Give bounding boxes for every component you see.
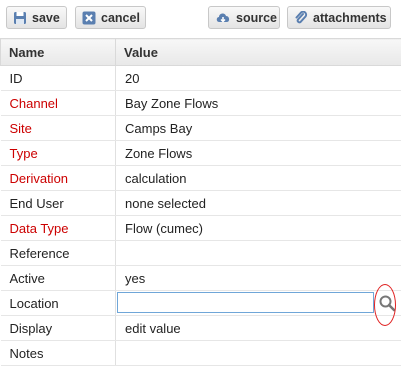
column-header-value[interactable]: Value bbox=[115, 38, 401, 66]
cancel-button[interactable]: cancel bbox=[75, 6, 146, 29]
field-value-notes[interactable] bbox=[115, 340, 401, 366]
field-label-site: Site bbox=[0, 115, 116, 141]
field-value-active[interactable]: yes bbox=[115, 265, 401, 291]
table-row[interactable]: Data Type Flow (cumec) bbox=[0, 215, 401, 241]
field-value-channel[interactable]: Bay Zone Flows bbox=[115, 90, 401, 116]
attachments-label: attachments bbox=[313, 10, 387, 25]
search-icon[interactable] bbox=[378, 294, 396, 312]
field-value-location bbox=[115, 290, 401, 316]
field-label-notes: Notes bbox=[0, 340, 116, 366]
field-value-id: 20 bbox=[115, 65, 401, 91]
field-label-derivation: Derivation bbox=[0, 165, 116, 191]
table-row[interactable]: Derivation calculation bbox=[0, 165, 401, 191]
field-value-display[interactable]: edit value bbox=[115, 315, 401, 341]
source-label: source bbox=[236, 10, 277, 25]
field-label-active: Active bbox=[0, 265, 116, 291]
paperclip-icon bbox=[294, 10, 308, 25]
table-row[interactable]: Reference bbox=[0, 240, 401, 266]
toolbar: save cancel source attachments bbox=[0, 0, 401, 36]
source-button[interactable]: source bbox=[208, 6, 280, 29]
field-label-id: ID bbox=[0, 65, 116, 91]
table-row[interactable]: Channel Bay Zone Flows bbox=[0, 90, 401, 116]
field-label-type: Type bbox=[0, 140, 116, 166]
field-label-display: Display bbox=[0, 315, 116, 341]
field-label-channel: Channel bbox=[0, 90, 116, 116]
table-row[interactable]: Notes bbox=[0, 340, 401, 366]
save-label: save bbox=[32, 10, 60, 25]
field-value-type[interactable]: Zone Flows bbox=[115, 140, 401, 166]
field-value-reference[interactable] bbox=[115, 240, 401, 266]
field-label-reference: Reference bbox=[0, 240, 116, 266]
save-button[interactable]: save bbox=[6, 6, 67, 29]
field-value-data-type[interactable]: Flow (cumec) bbox=[115, 215, 401, 241]
table-row[interactable]: Type Zone Flows bbox=[0, 140, 401, 166]
attachments-button[interactable]: attachments bbox=[287, 6, 391, 29]
table-row[interactable]: Location bbox=[0, 290, 401, 316]
cancel-icon bbox=[82, 11, 96, 25]
save-icon bbox=[13, 11, 27, 25]
cancel-label: cancel bbox=[101, 10, 140, 25]
field-label-location: Location bbox=[0, 290, 116, 316]
table-row[interactable]: Display edit value bbox=[0, 315, 401, 341]
field-value-end-user[interactable]: none selected bbox=[115, 190, 401, 216]
field-label-end-user: End User bbox=[0, 190, 116, 216]
column-header-name[interactable]: Name bbox=[0, 38, 116, 66]
location-input[interactable] bbox=[117, 292, 374, 313]
properties-table: Name Value ID 20 Channel Bay Zone Flows … bbox=[0, 38, 401, 366]
table-row[interactable]: End User none selected bbox=[0, 190, 401, 216]
table-row[interactable]: Active yes bbox=[0, 265, 401, 291]
field-value-derivation[interactable]: calculation bbox=[115, 165, 401, 191]
field-value-site[interactable]: Camps Bay bbox=[115, 115, 401, 141]
cloud-download-icon bbox=[215, 11, 231, 25]
table-row[interactable]: Site Camps Bay bbox=[0, 115, 401, 141]
table-header-row: Name Value bbox=[0, 38, 401, 66]
field-label-data-type: Data Type bbox=[0, 215, 116, 241]
table-row[interactable]: ID 20 bbox=[0, 65, 401, 91]
